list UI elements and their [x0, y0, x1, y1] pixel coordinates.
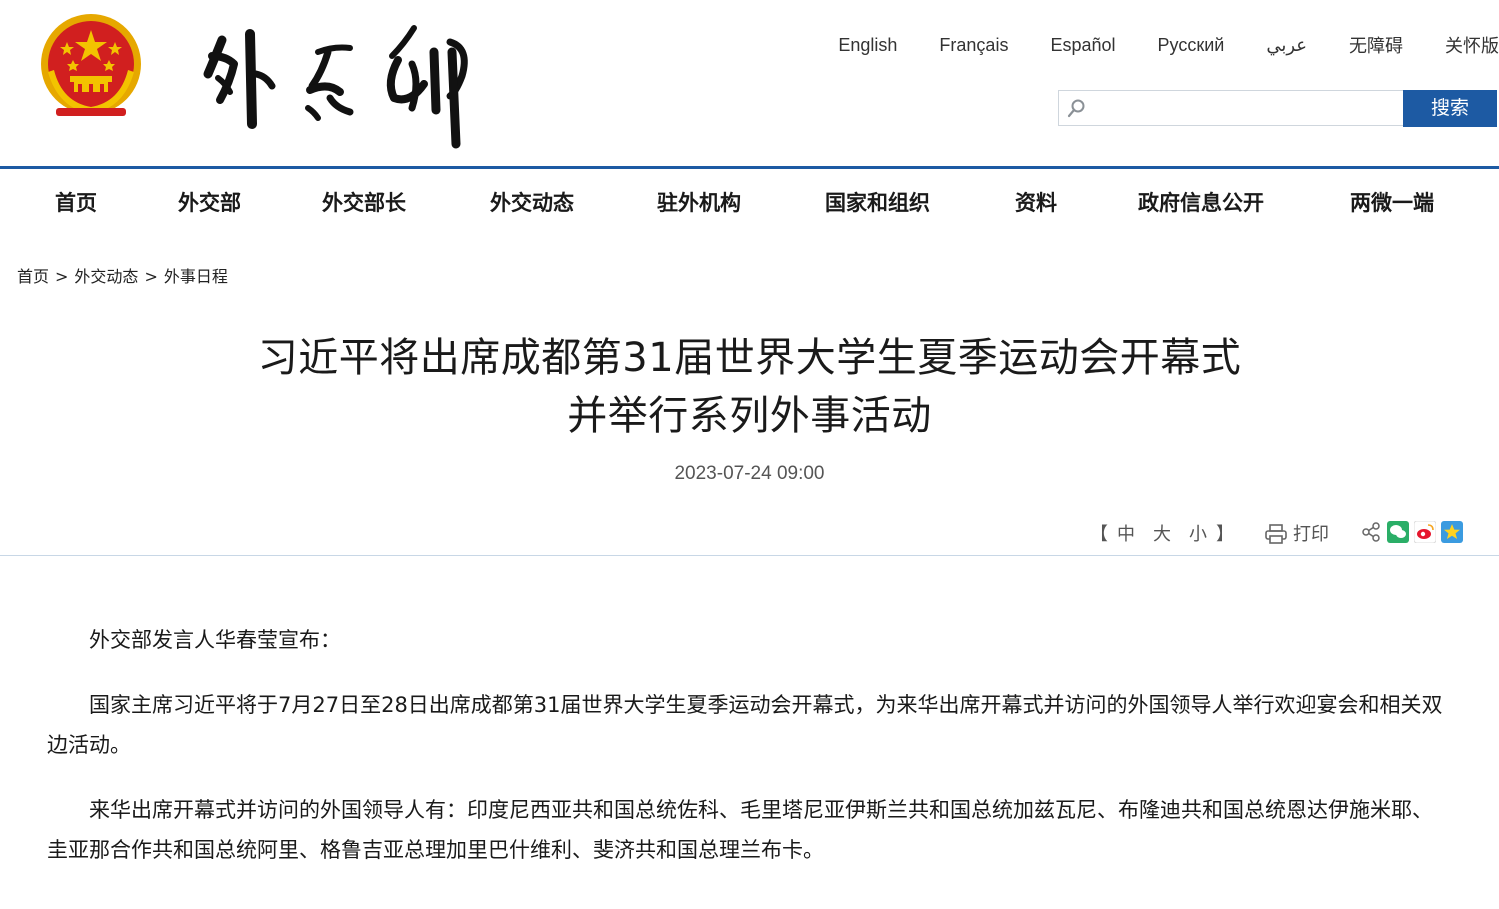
article-date: 2023-07-24 09:00 [674, 463, 825, 484]
search-icon [1067, 98, 1087, 118]
wechat-icon[interactable] [1387, 521, 1409, 543]
print-label: 打印 [1293, 524, 1329, 545]
nav-item-ministry[interactable]: 外交部 [178, 187, 241, 217]
font-size-medium[interactable]: 中 [1117, 524, 1135, 545]
font-size-selector: 【中大小】 [1090, 520, 1234, 546]
nav-item-home[interactable]: 首页 [55, 187, 97, 217]
breadcrumb-diplomatic-news[interactable]: 外交动态 [74, 267, 138, 286]
share-bar [1360, 520, 1468, 544]
lang-link-english[interactable]: English [838, 35, 897, 56]
national-emblem-icon [38, 12, 144, 122]
article-paragraph-3: 来华出席开幕式并访问的外国领导人有：印度尼西亚共和国总统佐科、毛里塔尼亚伊斯兰共… [47, 798, 1433, 862]
breadcrumb-separator: > [144, 267, 158, 286]
article-title-line-2: 并举行系列外事活动 [567, 393, 932, 439]
breadcrumb-home[interactable]: 首页 [17, 267, 49, 286]
nav-item-minister[interactable]: 外交部长 [322, 187, 406, 217]
printer-icon [1265, 524, 1287, 544]
print-button[interactable]: 打印 [1265, 520, 1329, 546]
share-icon [1360, 521, 1382, 543]
article-paragraph-1: 外交部发言人华春莹宣布： [89, 628, 341, 652]
nav-item-social-media[interactable]: 两微一端 [1350, 187, 1434, 217]
elderly-care-link[interactable]: 关怀版 [1445, 32, 1499, 58]
bracket-close: 】 [1216, 524, 1234, 545]
weibo-icon[interactable] [1413, 520, 1437, 544]
nav-item-info-disclosure[interactable]: 政府信息公开 [1138, 187, 1264, 217]
lang-link-spanish[interactable]: Español [1050, 35, 1115, 56]
lang-link-russian[interactable]: Русский [1158, 35, 1225, 56]
nav-item-diplomatic-news[interactable]: 外交动态 [490, 187, 574, 217]
search-input[interactable] [1093, 91, 1397, 127]
lang-link-arabic[interactable]: عربي [1266, 35, 1307, 56]
bracket-open: 【 [1090, 524, 1108, 545]
breadcrumb-separator: > [55, 267, 69, 286]
qzone-star-icon[interactable] [1441, 521, 1463, 543]
main-nav: 首页 外交部 外交部长 外交动态 驻外机构 国家和组织 资料 政府信息公开 两微… [0, 169, 1499, 231]
font-size-large[interactable]: 大 [1153, 524, 1171, 545]
search-button[interactable]: 搜索 [1403, 90, 1497, 127]
accessibility-link[interactable]: 无障碍 [1349, 32, 1403, 58]
ministry-calligraphy-logo[interactable] [200, 12, 485, 152]
article-title-line-1: 习近平将出席成都第31届世界大学生夏季运动会开幕式 [257, 335, 1242, 381]
language-bar: English Français Español Русский عربي 无障… [796, 32, 1499, 58]
font-size-small[interactable]: 小 [1189, 524, 1207, 545]
breadcrumb: 首页 > 外交动态 > 外事日程 [17, 263, 228, 287]
nav-item-missions-abroad[interactable]: 驻外机构 [657, 187, 741, 217]
content-divider [0, 555, 1499, 556]
article-paragraph-2: 国家主席习近平将于7月27日至28日出席成都第31届世界大学生夏季运动会开幕式，… [47, 693, 1443, 757]
nav-item-countries-organizations[interactable]: 国家和组织 [825, 187, 930, 217]
breadcrumb-schedule[interactable]: 外事日程 [164, 267, 228, 286]
search-box [1058, 90, 1403, 127]
nav-item-resources[interactable]: 资料 [1015, 187, 1057, 217]
lang-link-french[interactable]: Français [939, 35, 1008, 56]
